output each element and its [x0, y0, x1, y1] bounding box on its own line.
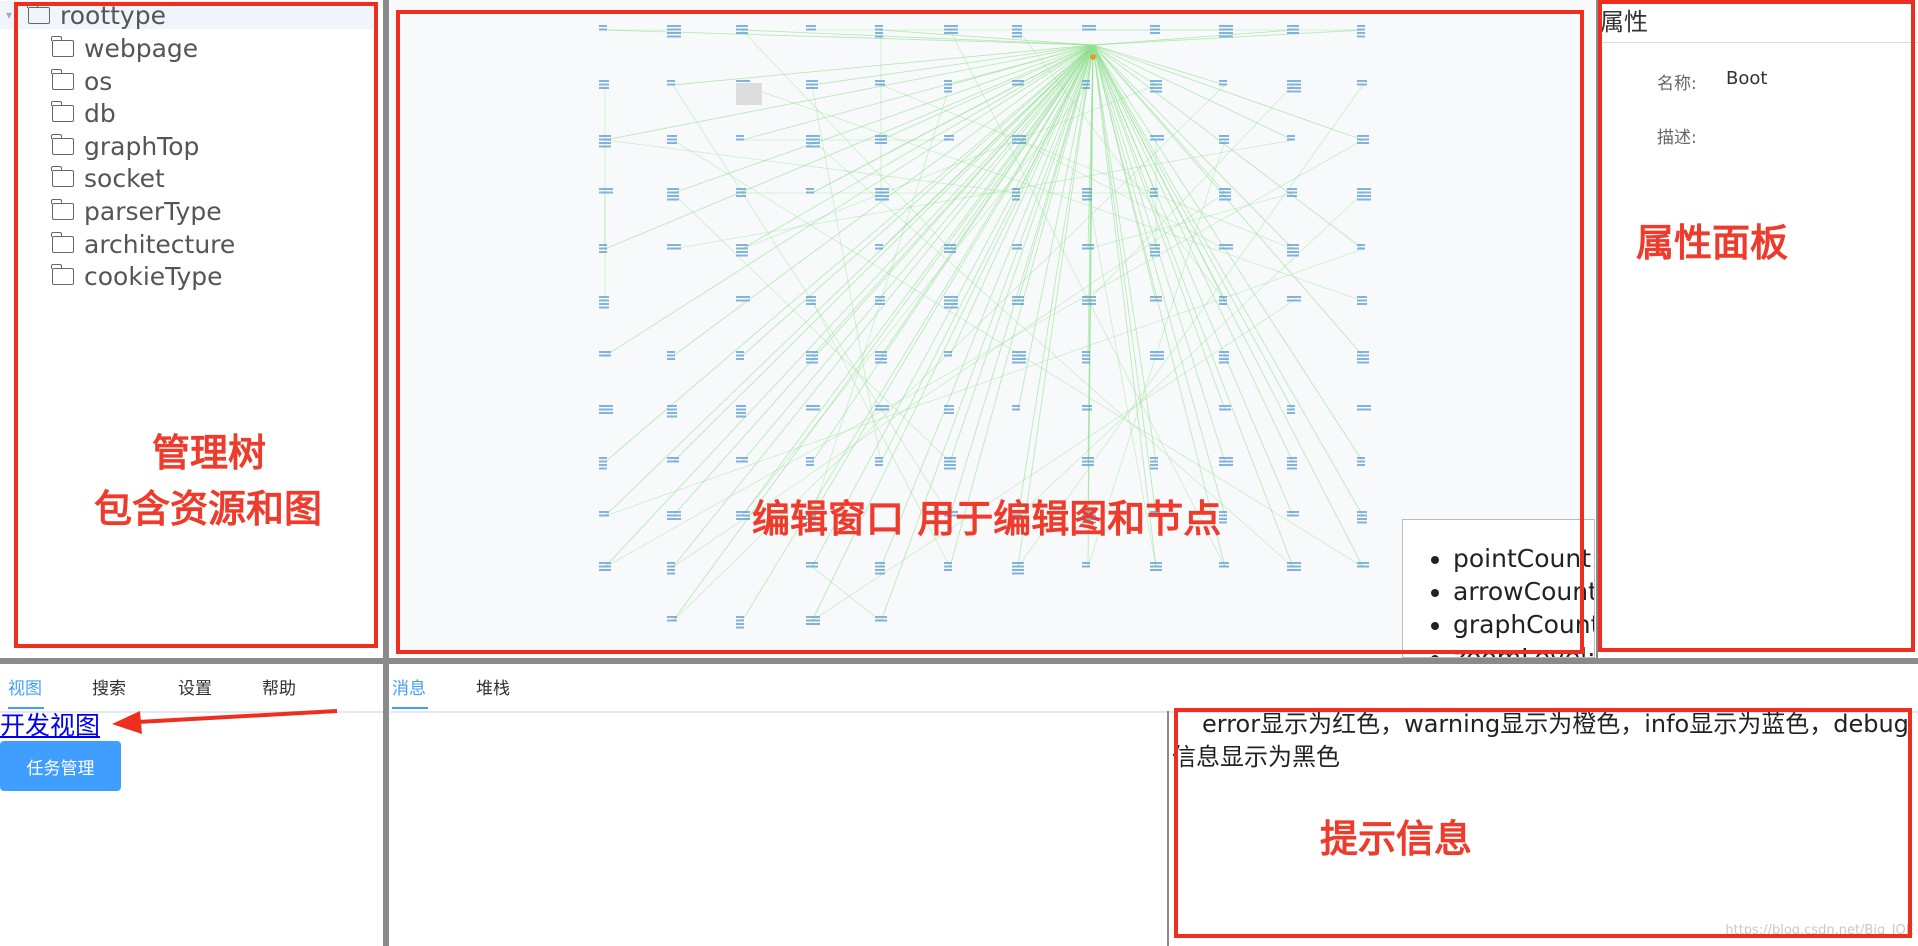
vertical-splitter[interactable]	[383, 0, 389, 946]
annotation-tree-line1: 管理树	[152, 431, 267, 475]
annotation-box-properties	[1598, 0, 1915, 652]
caret-down-icon[interactable]: ▾	[6, 8, 12, 22]
dev-view-link[interactable]: 开发视图	[0, 706, 100, 742]
annotation-tree-line2: 包含资源和图	[94, 487, 323, 531]
annotation-box-editor	[396, 10, 1584, 654]
annotation-properties: 属性面板	[1636, 221, 1789, 265]
tab-messages[interactable]: 消息	[392, 674, 426, 699]
bottom-left-panel: 视图 搜索 设置 帮助 开发视图 任务管理	[0, 666, 383, 946]
tab-help[interactable]: 帮助	[262, 674, 296, 699]
tab-stack[interactable]: 堆栈	[476, 674, 510, 699]
tab-settings[interactable]: 设置	[178, 674, 212, 699]
right-tab-bar: 消息 堆栈	[390, 666, 1918, 713]
active-tab-indicator	[392, 707, 428, 709]
tab-search[interactable]: 搜索	[92, 674, 126, 699]
task-management-button[interactable]: 任务管理	[0, 741, 121, 791]
annotation-messages: 提示信息	[1320, 817, 1473, 861]
annotation-editor: 编辑窗口 用于编辑图和节点	[752, 497, 1222, 541]
tab-view[interactable]: 视图	[8, 674, 42, 699]
message-divider[interactable]	[1167, 711, 1169, 946]
annotation-box-messages	[1174, 708, 1912, 938]
annotation-box-tree	[14, 2, 378, 648]
horizontal-splitter[interactable]	[0, 658, 1918, 664]
